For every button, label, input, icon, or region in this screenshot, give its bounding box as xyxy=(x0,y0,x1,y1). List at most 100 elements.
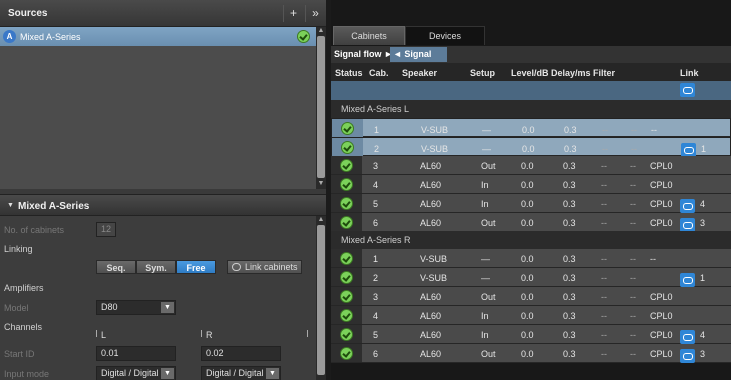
status-ok-icon xyxy=(341,122,354,135)
link-icon[interactable] xyxy=(681,143,696,157)
setup-cell: In xyxy=(481,180,489,190)
speaker-cell: AL60 xyxy=(420,218,442,228)
link-icon[interactable] xyxy=(680,218,695,232)
scroll-up-icon[interactable]: ▲ xyxy=(316,27,326,35)
setup-cell: Out xyxy=(481,161,496,171)
speaker-cell: V-SUB xyxy=(421,144,449,154)
chevron-down-icon[interactable]: ▼ xyxy=(161,368,174,379)
cab-cell: 3 xyxy=(373,161,379,171)
group-header[interactable]: Mixed A-Series R xyxy=(331,231,731,249)
filter-cell: -- xyxy=(630,330,636,340)
link-icon[interactable] xyxy=(680,330,695,344)
col-filter[interactable]: Filter xyxy=(593,68,615,78)
scroll-down-icon[interactable]: ▼ xyxy=(316,180,326,188)
properties-scroll-thumb[interactable] xyxy=(317,225,325,375)
table-row[interactable]: 2 V-SUB — 0.0 0.3 -- -- 1 xyxy=(331,268,731,287)
speaker-cell: AL60 xyxy=(420,199,442,209)
col-status[interactable]: Status xyxy=(335,68,363,78)
table-row[interactable]: 5 AL60 In 0.0 0.3 -- -- CPL0 4 xyxy=(331,194,731,213)
status-cell xyxy=(331,175,362,193)
start-id-r-field[interactable]: 0.02 xyxy=(201,346,281,361)
filter-cell: -- xyxy=(630,273,636,283)
cab-cell: 4 xyxy=(373,180,379,190)
status-cell xyxy=(331,194,362,212)
model-value: D80 xyxy=(101,302,118,312)
status-cell xyxy=(331,156,362,174)
filter-cell: -- xyxy=(630,349,636,359)
filter-cell: CPL0 xyxy=(650,180,673,190)
section-title: Mixed A-Series xyxy=(18,201,90,212)
setup-cell: — xyxy=(482,125,491,135)
signal-flow-forward-button[interactable]: Signal flow ► xyxy=(334,47,394,62)
input-mode-l-select[interactable]: Digital / Digital ▼ xyxy=(96,366,176,380)
start-id-label: Start ID xyxy=(4,349,35,359)
col-setup[interactable]: Setup xyxy=(470,68,495,78)
expand-panel-button[interactable]: » xyxy=(305,5,325,22)
filter-cell: CPL0 xyxy=(650,218,673,228)
table-row[interactable]: 1 V-SUB — 0.0 0.3 -- -- -- xyxy=(331,118,731,137)
table-row[interactable]: 6 AL60 Out 0.0 0.3 -- -- CPL0 3 xyxy=(331,344,731,363)
sources-titlebar: Sources + » xyxy=(0,0,326,27)
chevron-down-icon[interactable]: ▼ xyxy=(266,368,279,379)
col-cab[interactable]: Cab. xyxy=(369,68,389,78)
delay-cell: 0.3 xyxy=(564,125,577,135)
right-panel: Cabinets Devices Signal flow ► ◄ Signal … xyxy=(331,0,731,380)
level-cell: 0.0 xyxy=(521,161,534,171)
col-delay[interactable]: Delay/ms xyxy=(551,68,591,78)
link-icon[interactable] xyxy=(680,199,695,213)
filter-cell: -- xyxy=(601,199,607,209)
table-row[interactable]: 5 AL60 In 0.0 0.3 -- -- CPL0 4 xyxy=(331,325,731,344)
cab-cell: 5 xyxy=(373,199,379,209)
properties-scrollbar[interactable]: ▲ xyxy=(316,216,326,380)
input-mode-r-select[interactable]: Digital / Digital ▼ xyxy=(201,366,281,380)
chevron-down-icon[interactable]: ▼ xyxy=(161,302,174,313)
sources-scroll-thumb[interactable] xyxy=(317,36,325,178)
status-ok-icon xyxy=(341,141,354,154)
col-level[interactable]: Level/dB xyxy=(511,68,549,78)
add-source-button[interactable]: + xyxy=(283,5,303,22)
link-icon[interactable] xyxy=(680,273,695,287)
setup-cell: Out xyxy=(481,349,496,359)
tab-devices[interactable]: Devices xyxy=(405,26,485,45)
link-number: 1 xyxy=(700,273,706,283)
filter-cell: -- xyxy=(630,292,636,302)
group-header[interactable]: Mixed A-Series L xyxy=(331,100,731,118)
linking-seq-button[interactable]: Seq. xyxy=(96,260,136,274)
setup-cell: — xyxy=(481,254,490,264)
table-row[interactable]: 4 AL60 In 0.0 0.3 -- -- CPL0 xyxy=(331,175,731,194)
table-row[interactable]: 1 V-SUB — 0.0 0.3 -- -- -- xyxy=(331,249,731,268)
channel-r-label: R xyxy=(206,330,213,340)
link-number: 3 xyxy=(700,218,706,228)
sources-scrollbar[interactable]: ▲ ▼ xyxy=(316,27,326,189)
speaker-cell: AL60 xyxy=(420,349,442,359)
linking-sym-button[interactable]: Sym. xyxy=(136,260,176,274)
cab-cell: 3 xyxy=(373,292,379,302)
start-id-l-field[interactable]: 0.01 xyxy=(96,346,176,361)
amplifiers-label: Amplifiers xyxy=(4,283,44,293)
col-speaker[interactable]: Speaker xyxy=(402,68,437,78)
table-row[interactable]: 3 AL60 Out 0.0 0.3 -- -- CPL0 xyxy=(331,156,731,175)
table-row[interactable]: 6 AL60 Out 0.0 0.3 -- -- CPL0 3 xyxy=(331,213,731,232)
link-number: 4 xyxy=(700,330,706,340)
scroll-up-icon[interactable]: ▲ xyxy=(316,216,326,224)
signal-flow-back-button[interactable]: ◄ Signal flow xyxy=(390,47,447,74)
table-row[interactable]: 2 V-SUB — 0.0 0.3 -- -- 1 xyxy=(331,137,731,157)
table-row[interactable]: 3 AL60 Out 0.0 0.3 -- -- CPL0 xyxy=(331,287,731,306)
model-select[interactable]: D80 ▼ xyxy=(96,300,176,315)
collapse-triangle-icon[interactable]: ▼ xyxy=(7,202,14,209)
tab-cabinets[interactable]: Cabinets xyxy=(333,26,405,45)
link-icon[interactable] xyxy=(680,349,695,363)
level-cell: 0.0 xyxy=(521,199,534,209)
section-header[interactable]: ▼ Mixed A-Series xyxy=(0,194,326,216)
col-link[interactable]: Link xyxy=(680,68,699,78)
link-icon[interactable] xyxy=(680,83,695,97)
filter-cell: CPL0 xyxy=(650,292,673,302)
linking-free-button[interactable]: Free xyxy=(176,260,216,274)
source-item-mixed-a-series[interactable]: A Mixed A-Series xyxy=(0,27,316,46)
cab-cell: 6 xyxy=(373,349,379,359)
link-cabinets-button[interactable]: Link cabinets xyxy=(227,260,302,274)
filter-cell: -- xyxy=(601,180,607,190)
delay-cell: 0.3 xyxy=(563,330,576,340)
table-row[interactable]: 4 AL60 In 0.0 0.3 -- -- CPL0 xyxy=(331,306,731,325)
status-cell xyxy=(331,249,362,267)
